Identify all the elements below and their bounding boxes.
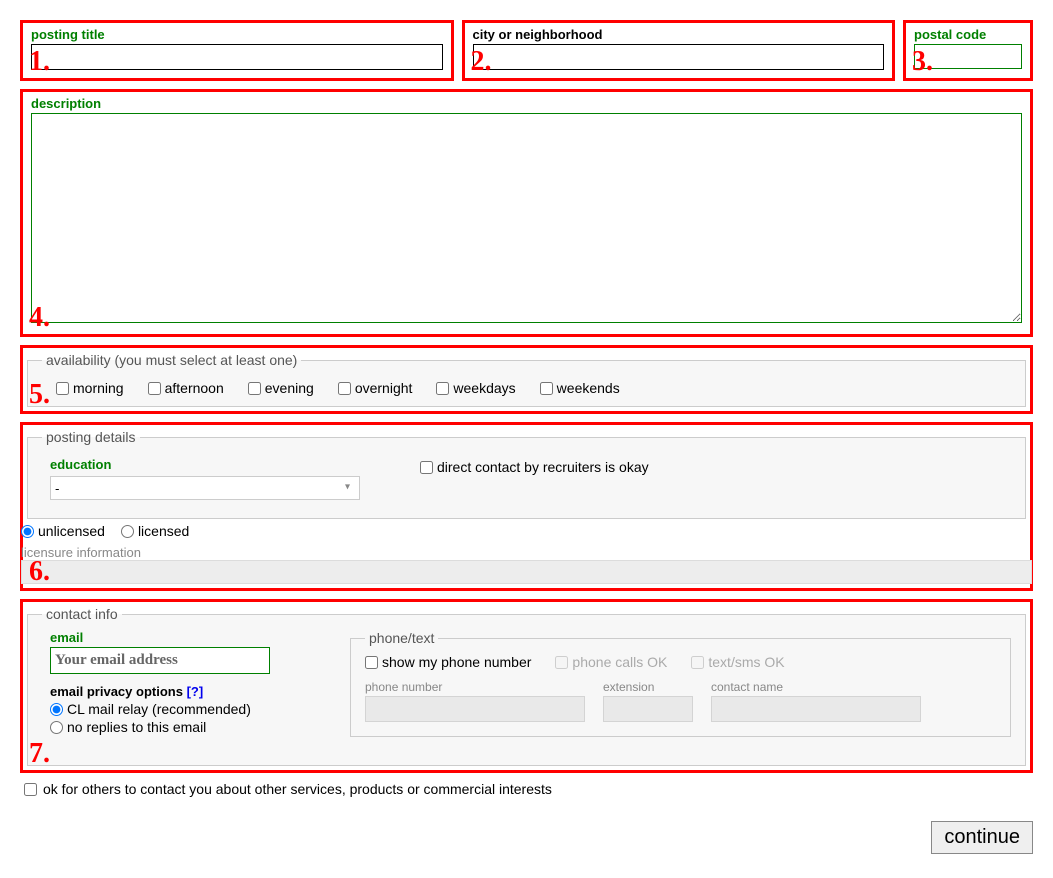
- postal-label: postal code: [914, 27, 1022, 42]
- availability-morning[interactable]: morning: [56, 380, 124, 396]
- email-privacy-label: email privacy options [?]: [50, 684, 330, 699]
- unlicensed-radio[interactable]: [21, 525, 34, 538]
- posting-details-box: posting details education - ▾ direct con…: [20, 422, 1033, 591]
- red-number-3: 3.: [912, 46, 933, 78]
- phone-legend: phone/text: [365, 630, 438, 646]
- recruiters-checkbox[interactable]: [420, 461, 433, 474]
- contact-name-label: contact name: [711, 680, 921, 694]
- phone-number-label: phone number: [365, 680, 585, 694]
- phone-number-field: phone number: [365, 680, 585, 722]
- posting-title-label: posting title: [31, 27, 443, 42]
- description-box: description 4.: [20, 89, 1033, 337]
- posting-details-fieldset: posting details education - ▾ direct con…: [27, 429, 1026, 519]
- phone-number-input: [365, 696, 585, 722]
- email-input[interactable]: [50, 647, 270, 674]
- description-label: description: [31, 96, 1022, 111]
- sms-checkbox: [691, 656, 704, 669]
- availability-legend: availability (you must select at least o…: [42, 352, 301, 368]
- contact-name-input: [711, 696, 921, 722]
- weekends-checkbox[interactable]: [540, 382, 553, 395]
- red-number-7: 7.: [29, 738, 50, 770]
- education-select[interactable]: -: [50, 476, 360, 500]
- weekdays-checkbox[interactable]: [436, 382, 449, 395]
- evening-checkbox[interactable]: [248, 382, 261, 395]
- posting-title-box: posting title 1.: [20, 20, 454, 81]
- privacy-noreply[interactable]: no replies to this email: [50, 719, 330, 735]
- availability-fieldset: availability (you must select at least o…: [27, 352, 1026, 407]
- text-sms-ok: text/sms OK: [691, 654, 784, 670]
- contact-fieldset: contact info email email privacy options…: [27, 606, 1026, 766]
- licensure-label: licensure information: [21, 545, 1026, 560]
- city-input[interactable]: [473, 44, 885, 70]
- red-number-2: 2.: [471, 46, 492, 78]
- phone-fieldset: phone/text show my phone number phone ca…: [350, 630, 1011, 737]
- posting-details-legend: posting details: [42, 429, 140, 445]
- email-label: email: [50, 630, 330, 645]
- posting-title-input[interactable]: [31, 44, 443, 70]
- contact-name-field: contact name: [711, 680, 921, 722]
- calls-checkbox: [555, 656, 568, 669]
- availability-box: availability (you must select at least o…: [20, 345, 1033, 414]
- availability-overnight[interactable]: overnight: [338, 380, 413, 396]
- contact-box: contact info email email privacy options…: [20, 599, 1033, 773]
- extension-label: extension: [603, 680, 693, 694]
- show-phone-checkbox[interactable]: [365, 656, 378, 669]
- license-unlicensed[interactable]: unlicensed: [21, 523, 105, 539]
- privacy-relay[interactable]: CL mail relay (recommended): [50, 701, 330, 717]
- privacy-help-link[interactable]: [?]: [187, 684, 204, 699]
- licensure-input: [21, 560, 1032, 584]
- phone-calls-ok: phone calls OK: [555, 654, 667, 670]
- recruiters-ok[interactable]: direct contact by recruiters is okay: [420, 459, 649, 475]
- postal-box: postal code 3.: [903, 20, 1033, 81]
- licensed-radio[interactable]: [121, 525, 134, 538]
- availability-weekends[interactable]: weekends: [540, 380, 620, 396]
- ok-others-contact[interactable]: ok for others to contact you about other…: [24, 781, 1033, 797]
- city-label: city or neighborhood: [473, 27, 885, 42]
- description-textarea[interactable]: [31, 113, 1022, 323]
- red-number-5: 5.: [29, 379, 50, 411]
- availability-weekdays[interactable]: weekdays: [436, 380, 515, 396]
- contact-legend: contact info: [42, 606, 122, 622]
- red-number-1: 1.: [29, 46, 50, 78]
- afternoon-checkbox[interactable]: [148, 382, 161, 395]
- ok-others-checkbox[interactable]: [24, 783, 37, 796]
- availability-evening[interactable]: evening: [248, 380, 314, 396]
- license-licensed[interactable]: licensed: [121, 523, 189, 539]
- extension-input: [603, 696, 693, 722]
- availability-afternoon[interactable]: afternoon: [148, 380, 224, 396]
- education-label: education: [50, 457, 360, 472]
- red-number-4: 4.: [29, 302, 50, 334]
- extension-field: extension: [603, 680, 693, 722]
- relay-radio[interactable]: [50, 703, 63, 716]
- continue-button[interactable]: continue: [931, 821, 1033, 854]
- red-number-6: 6.: [29, 556, 50, 588]
- noreply-radio[interactable]: [50, 721, 63, 734]
- morning-checkbox[interactable]: [56, 382, 69, 395]
- overnight-checkbox[interactable]: [338, 382, 351, 395]
- show-phone[interactable]: show my phone number: [365, 654, 531, 670]
- city-box: city or neighborhood 2.: [462, 20, 896, 81]
